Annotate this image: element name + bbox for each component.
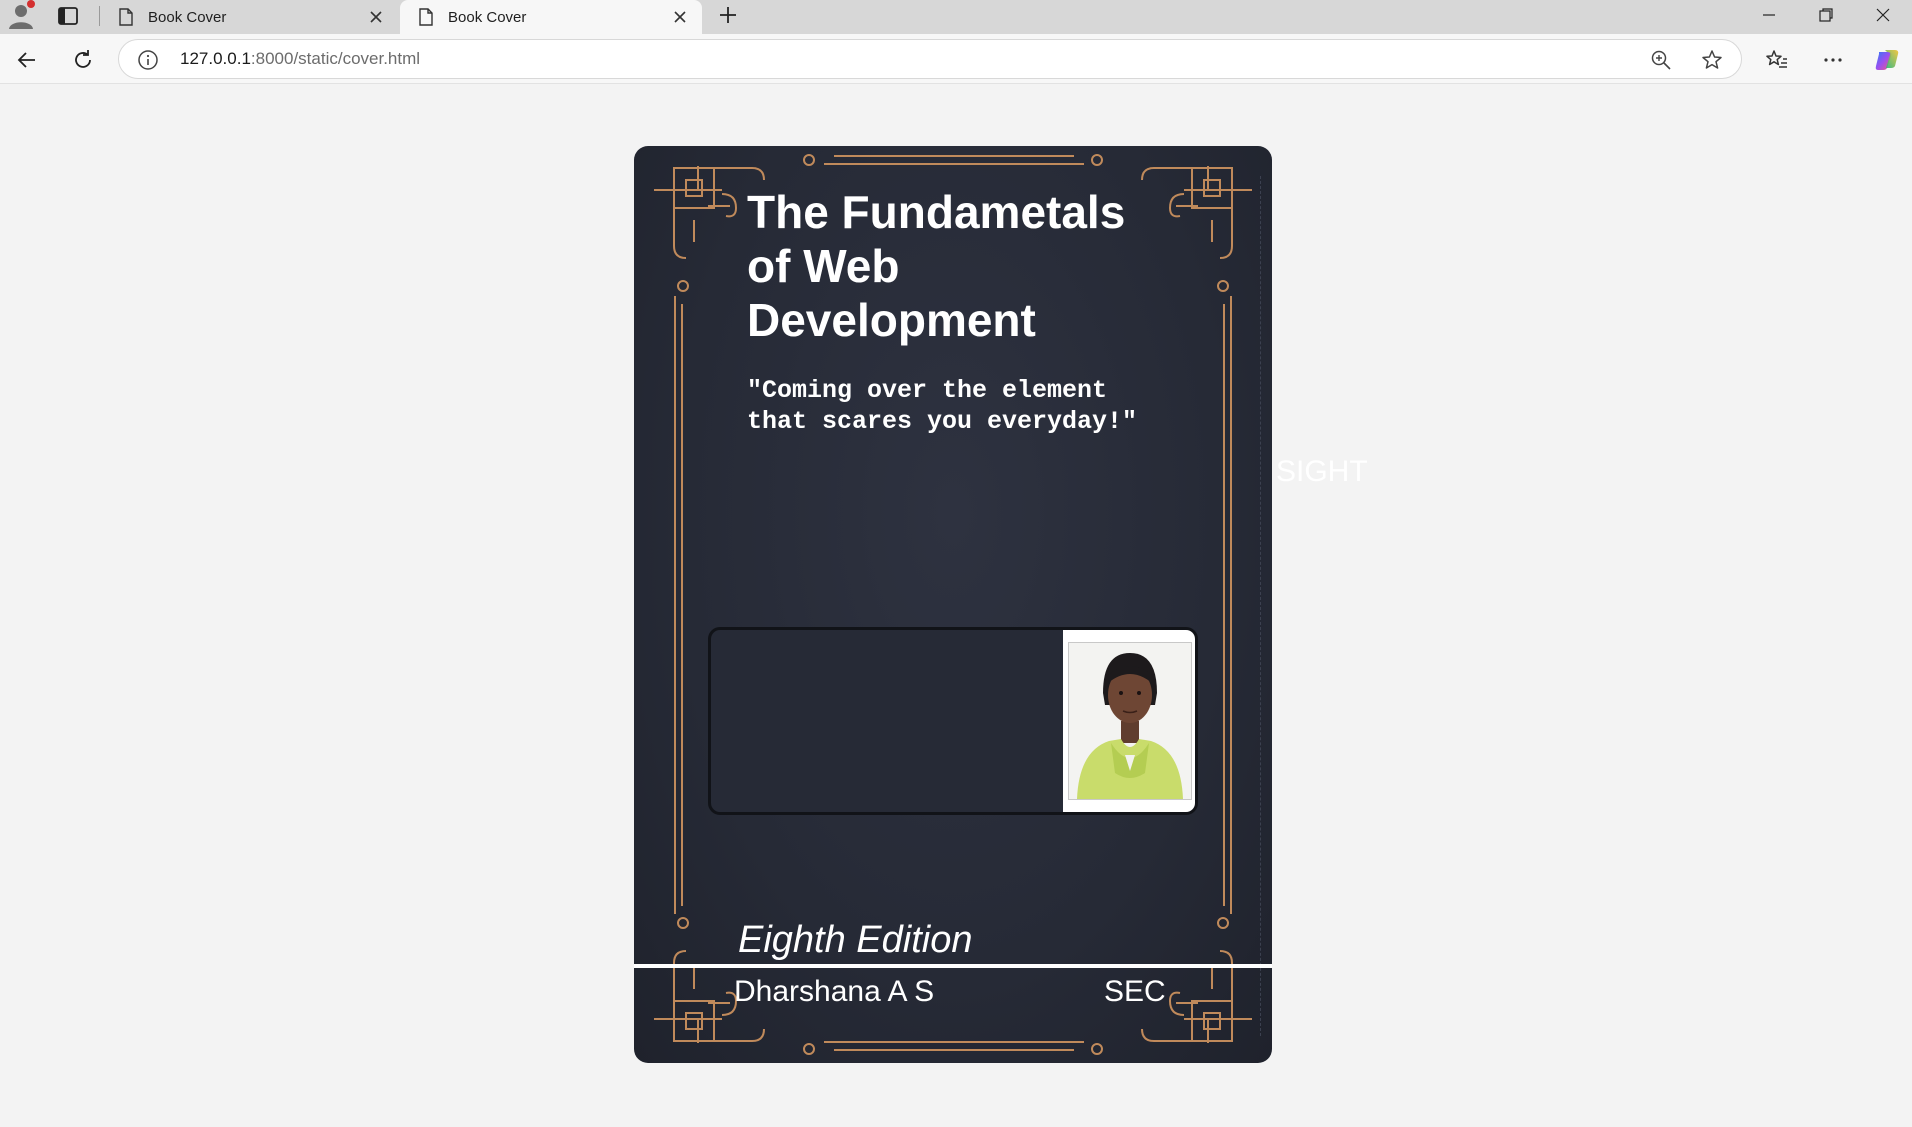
book-quote: "Coming over the element that scares you… bbox=[747, 376, 1138, 436]
author-photo bbox=[1068, 642, 1192, 800]
minimize-icon[interactable] bbox=[1746, 2, 1792, 28]
page-icon bbox=[419, 8, 433, 26]
refresh-icon[interactable] bbox=[68, 45, 98, 75]
close-icon[interactable] bbox=[670, 7, 690, 27]
tab-strip: Book Cover Book Cover bbox=[0, 0, 1912, 34]
more-icon[interactable] bbox=[1818, 45, 1848, 75]
close-icon[interactable] bbox=[366, 7, 386, 27]
url-host: 127.0.0.1 bbox=[180, 49, 251, 68]
footer-divider bbox=[634, 964, 1272, 968]
spine-line bbox=[1260, 176, 1261, 1036]
publisher-name: SEC bbox=[1104, 975, 1166, 1008]
url-path: :8000/static/cover.html bbox=[250, 49, 421, 68]
address-bar[interactable]: 127.0.0.1:8000/static/cover.html bbox=[118, 39, 1742, 79]
author-name: Dharshana A S bbox=[734, 975, 935, 1008]
page-icon bbox=[119, 8, 133, 26]
tab-book-cover-2[interactable]: Book Cover bbox=[400, 0, 702, 34]
new-tab-icon[interactable] bbox=[714, 1, 742, 29]
window-close-icon[interactable] bbox=[1860, 2, 1906, 28]
edition-label: Eighth Edition bbox=[738, 919, 973, 961]
overflow-text: SIGHT bbox=[1276, 455, 1368, 488]
restore-icon[interactable] bbox=[1803, 2, 1849, 28]
book-title: The Fundametals of Web Development bbox=[747, 186, 1126, 346]
notification-dot bbox=[27, 0, 35, 8]
tab-book-cover-1[interactable]: Book Cover bbox=[100, 0, 398, 34]
url-text[interactable]: 127.0.0.1:8000/static/cover.html bbox=[180, 49, 420, 69]
browser-toolbar: 127.0.0.1:8000/static/cover.html bbox=[0, 34, 1912, 84]
favorites-icon[interactable] bbox=[1762, 45, 1792, 75]
copilot-icon[interactable] bbox=[1872, 45, 1902, 75]
back-icon[interactable] bbox=[12, 45, 42, 75]
tab-actions-icon[interactable] bbox=[56, 4, 80, 28]
tab-title: Book Cover bbox=[148, 8, 227, 26]
author-photo-card bbox=[708, 627, 1198, 815]
site-info-icon[interactable] bbox=[137, 49, 159, 71]
page-content: The Fundametals of Web Development "Comi… bbox=[0, 85, 1912, 1127]
favorite-star-icon[interactable] bbox=[1700, 48, 1724, 72]
photo-frame bbox=[1063, 630, 1195, 812]
book-cover: The Fundametals of Web Development "Comi… bbox=[634, 146, 1272, 1063]
tab-title: Book Cover bbox=[448, 8, 527, 26]
zoom-icon[interactable] bbox=[1650, 49, 1672, 71]
